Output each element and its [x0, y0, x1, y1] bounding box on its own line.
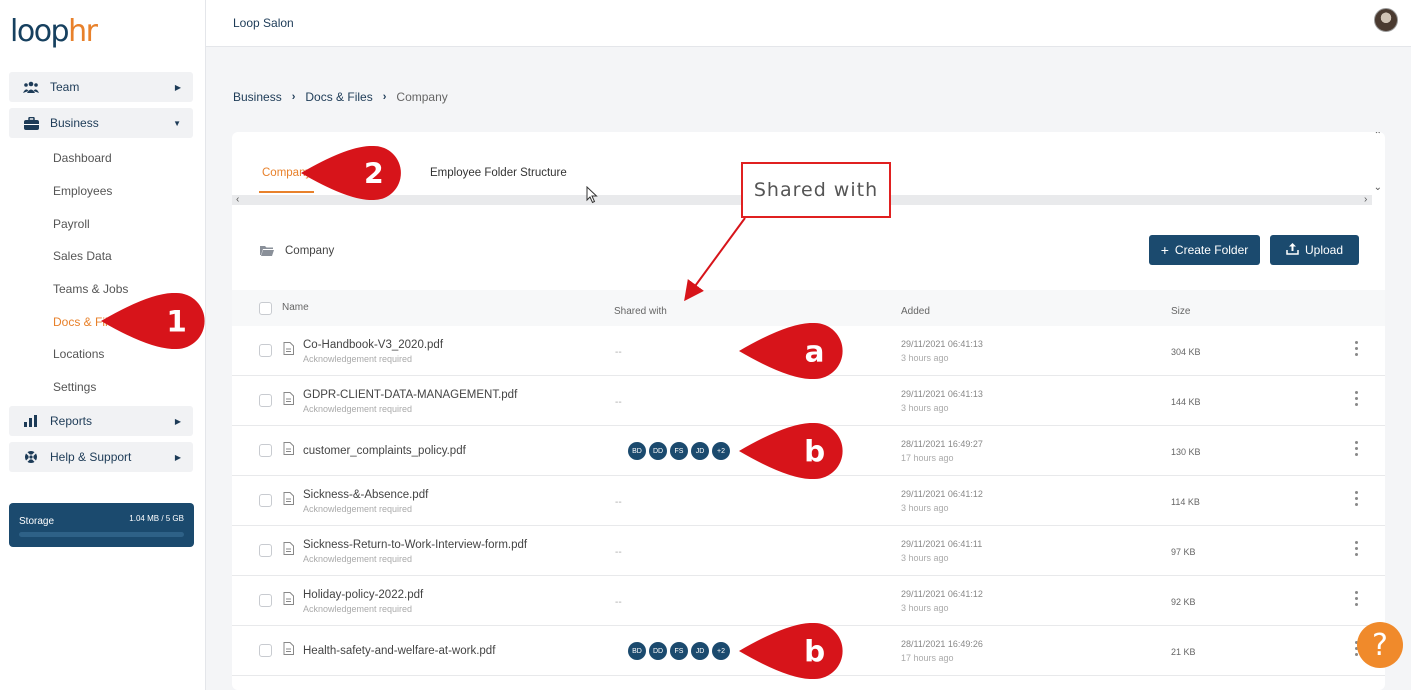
annotation-marker-a: a [739, 323, 843, 379]
annotation-marker-label: 1 [167, 305, 187, 339]
annotation-marker-b: b [739, 423, 843, 479]
annotation-marker-b: b [739, 623, 843, 679]
shared-with-callout: Shared with [741, 162, 891, 218]
annotation-marker-label: b [804, 635, 825, 669]
annotation-marker-label: a [805, 335, 825, 369]
annotation-marker-2: 2 [301, 146, 401, 200]
annotation-marker-label: b [804, 435, 825, 469]
mouse-cursor-icon [586, 186, 598, 204]
callout-arrow [684, 217, 746, 302]
help-button[interactable]: ? [1357, 622, 1403, 668]
annotation-marker-label: 2 [364, 157, 384, 190]
annotation-layer [684, 217, 746, 302]
annotation-marker-1: 1 [101, 293, 205, 349]
